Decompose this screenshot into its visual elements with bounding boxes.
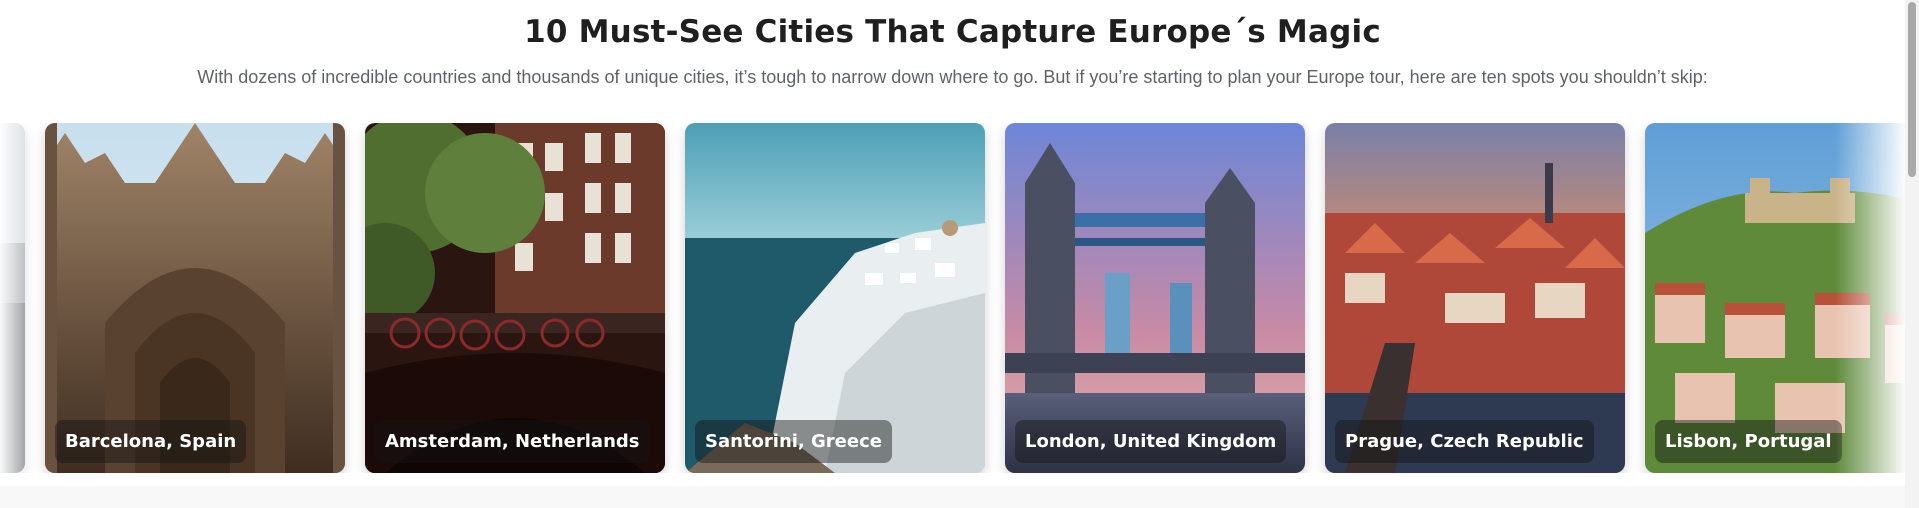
city-card-label: Prague, Czech Republic bbox=[1335, 420, 1594, 463]
city-card-label: Amsterdam, Netherlands bbox=[375, 420, 650, 463]
section-bottom-band bbox=[0, 486, 1905, 508]
scrollbar-thumb[interactable] bbox=[1908, 2, 1916, 177]
city-card-amsterdam[interactable]: Amsterdam, Netherlands bbox=[365, 123, 665, 473]
city-card-label: Barcelona, Spain bbox=[55, 420, 247, 463]
page: 10 Must-See Cities That Capture Europe´s… bbox=[0, 0, 1919, 508]
city-card-label: Lisbon, Portugal bbox=[1655, 420, 1842, 463]
city-carousel[interactable]: Barcelona, Spain Amsterdam, Netherlands … bbox=[0, 123, 1905, 473]
city-card-lisbon[interactable]: Lisbon, Portugal bbox=[1645, 123, 1905, 473]
page-subtitle: With dozens of incredible countries and … bbox=[197, 67, 1708, 87]
city-card-label: London, United Kingdom bbox=[1015, 420, 1287, 463]
city-card-santorini[interactable]: Santorini, Greece bbox=[685, 123, 985, 473]
city-card-london[interactable]: London, United Kingdom bbox=[1005, 123, 1305, 473]
page-scrollbar[interactable] bbox=[1905, 0, 1919, 508]
city-photo bbox=[0, 123, 25, 473]
page-title: 10 Must-See Cities That Capture Europe´s… bbox=[524, 14, 1381, 50]
city-card-partial[interactable] bbox=[0, 123, 25, 473]
city-card-prague[interactable]: Prague, Czech Republic bbox=[1325, 123, 1625, 473]
carousel-track: Barcelona, Spain Amsterdam, Netherlands … bbox=[0, 123, 1905, 473]
city-card-label: Santorini, Greece bbox=[695, 420, 892, 463]
city-card-barcelona[interactable]: Barcelona, Spain bbox=[45, 123, 345, 473]
